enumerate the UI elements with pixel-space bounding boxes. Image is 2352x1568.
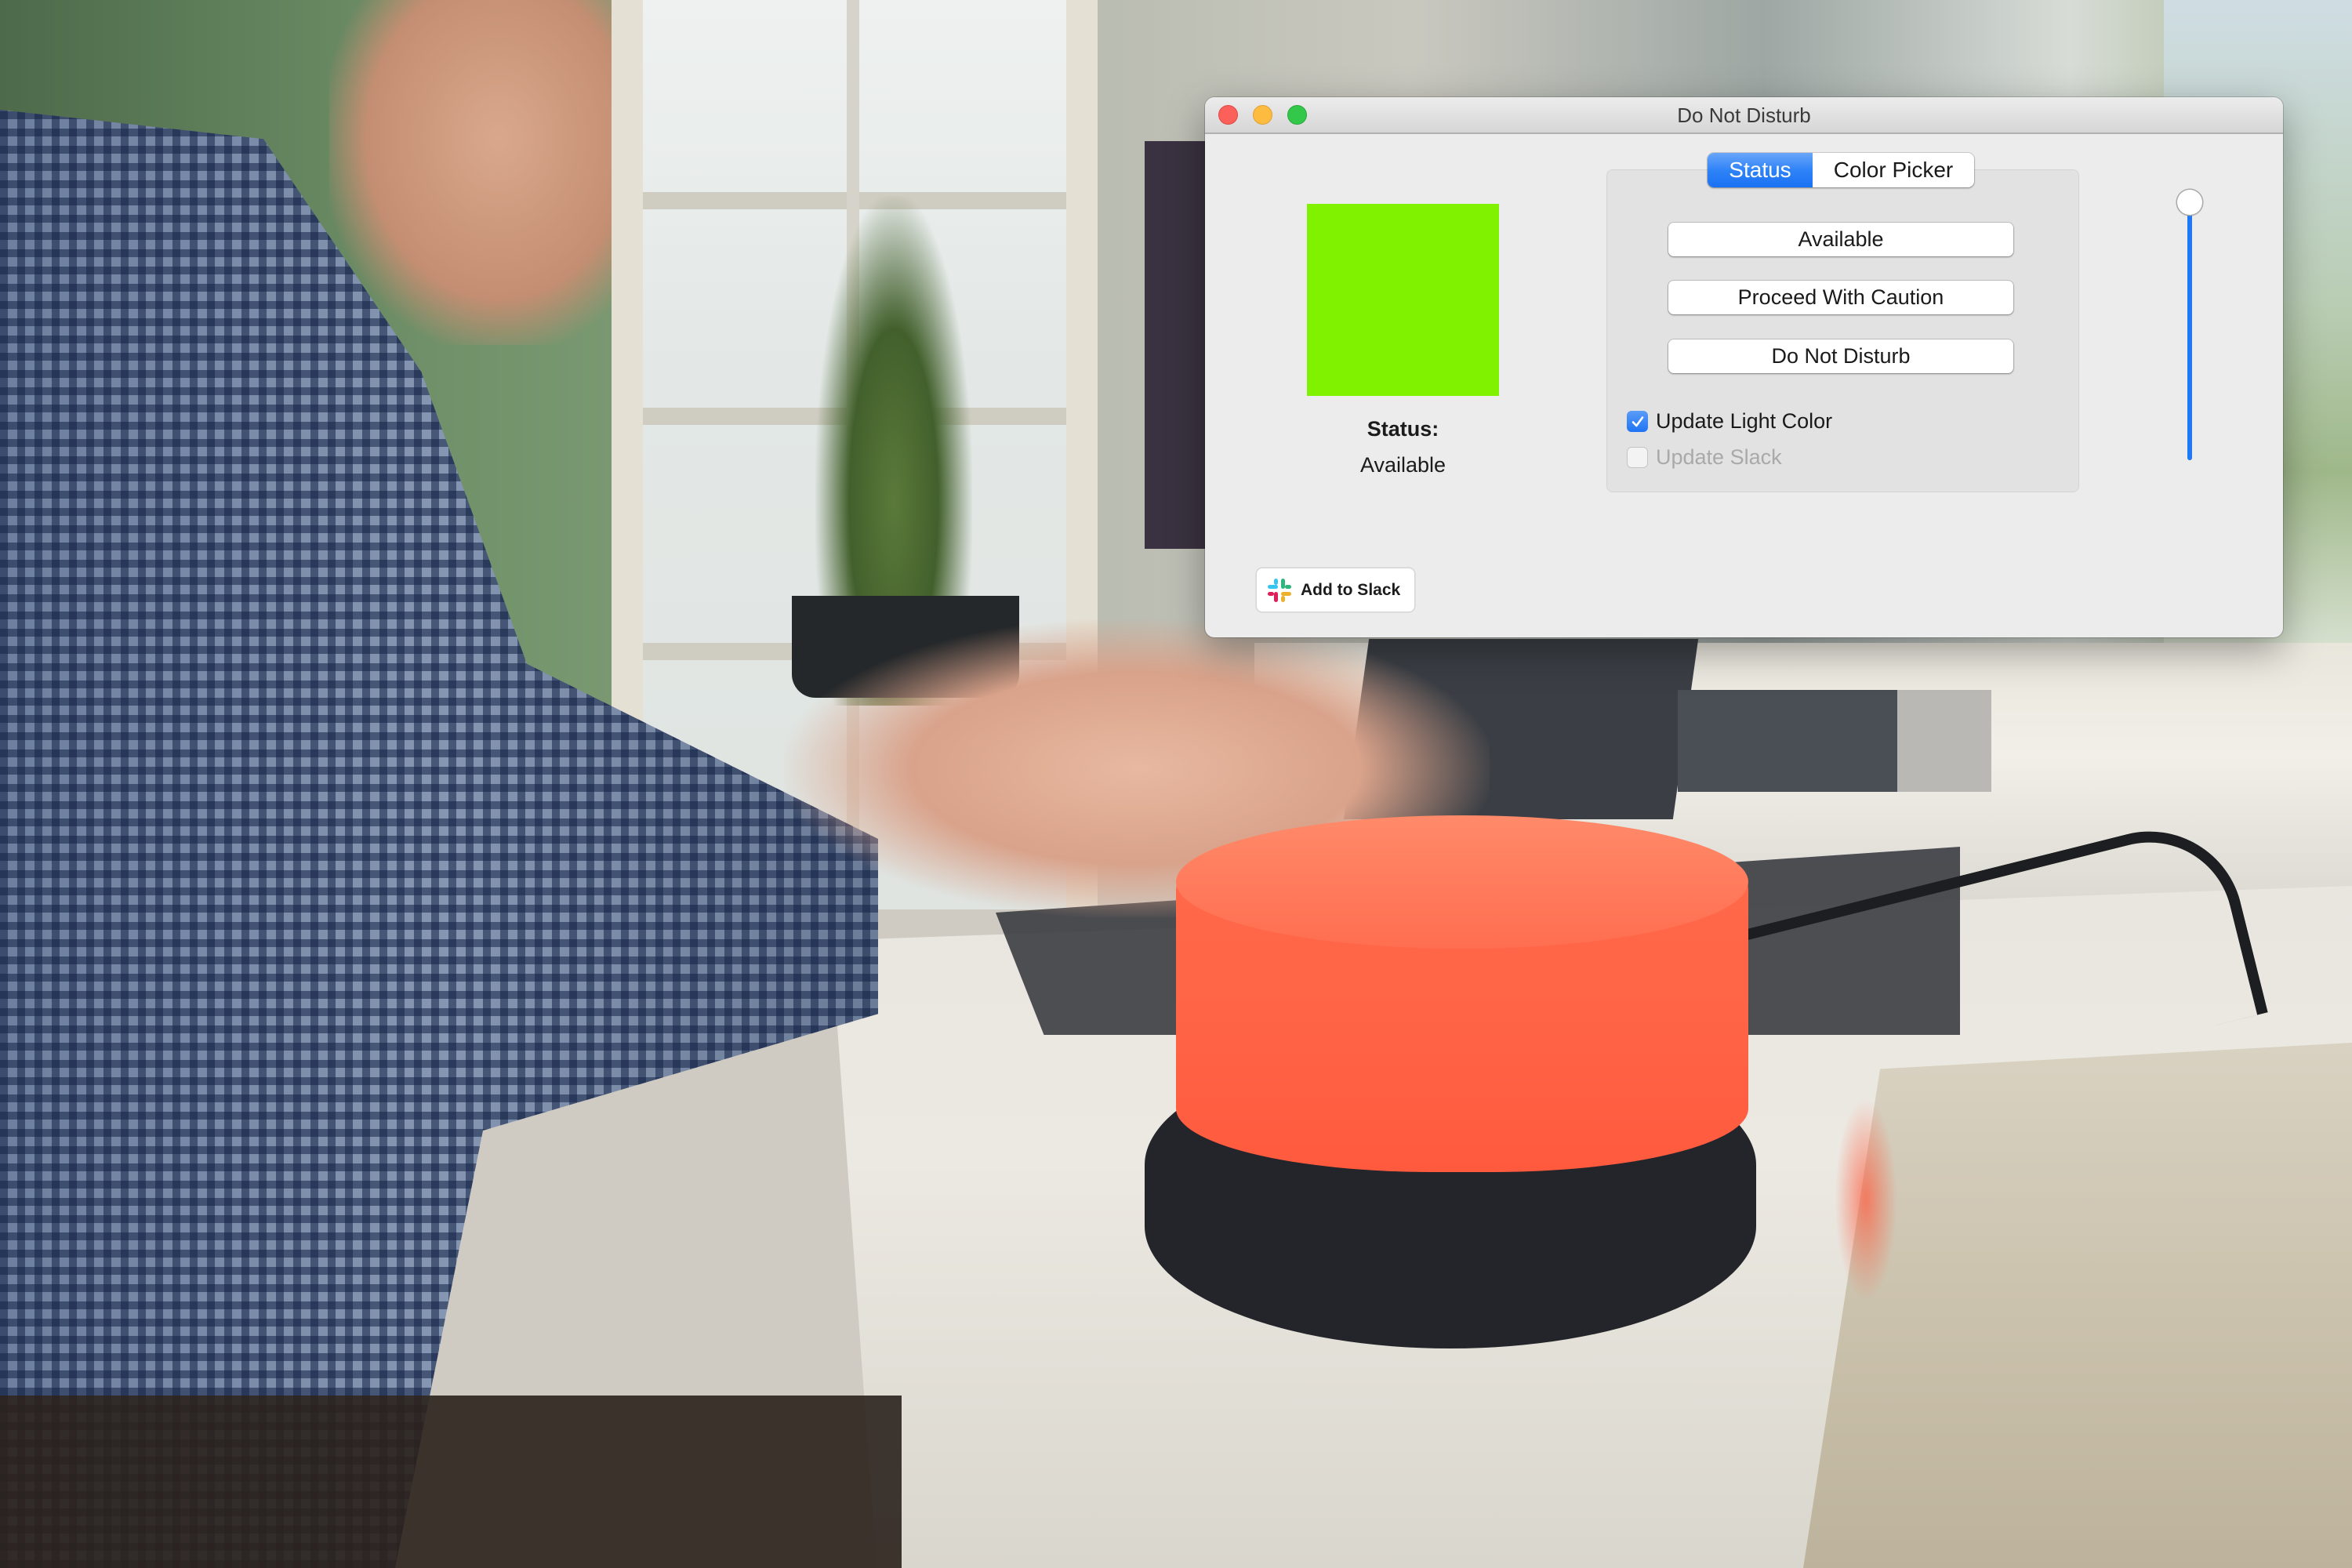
- status-value: Available: [1359, 453, 1446, 477]
- update-slack-checkbox-row: Update Slack: [1627, 445, 1782, 470]
- available-button[interactable]: Available: [1668, 223, 2013, 256]
- title-bar[interactable]: Do Not Disturb: [1205, 97, 2283, 134]
- tab-control: Status Color Picker: [1708, 153, 1974, 187]
- person-face: [329, 0, 612, 345]
- chair: [0, 1396, 902, 1568]
- add-to-slack-button[interactable]: Add to Slack: [1257, 568, 1414, 612]
- tab-color-picker[interactable]: Color Picker: [1813, 153, 1974, 187]
- slack-logo-icon: [1268, 578, 1291, 602]
- update-slack-label: Update Slack: [1656, 445, 1782, 469]
- dock-device-side: [1897, 690, 1991, 792]
- update-light-color-checkbox[interactable]: [1627, 411, 1648, 432]
- window-title: Do Not Disturb: [1677, 103, 1811, 127]
- update-light-color-checkbox-row[interactable]: Update Light Color: [1627, 409, 1832, 434]
- lamp-reflection: [1835, 1098, 1897, 1301]
- add-to-slack-label: Add to Slack: [1301, 580, 1401, 599]
- lamp-cap: [1176, 815, 1748, 949]
- slider-knob[interactable]: [2177, 190, 2202, 215]
- checkmark-icon: [1632, 416, 1643, 426]
- app-window: Do Not Disturb Status: Available Status …: [1205, 97, 2283, 637]
- proceed-with-caution-button[interactable]: Proceed With Caution: [1668, 281, 2013, 314]
- brightness-slider[interactable]: [2177, 190, 2202, 460]
- update-light-color-label: Update Light Color: [1656, 409, 1833, 433]
- do-not-disturb-button[interactable]: Do Not Disturb: [1668, 339, 2013, 373]
- status-heading: Status:: [1367, 417, 1439, 441]
- status-group-box: [1606, 169, 2079, 492]
- slider-fill: [2187, 202, 2192, 460]
- update-slack-checkbox: [1627, 447, 1648, 468]
- tab-status[interactable]: Status: [1708, 153, 1813, 187]
- status-color-swatch: [1307, 204, 1499, 396]
